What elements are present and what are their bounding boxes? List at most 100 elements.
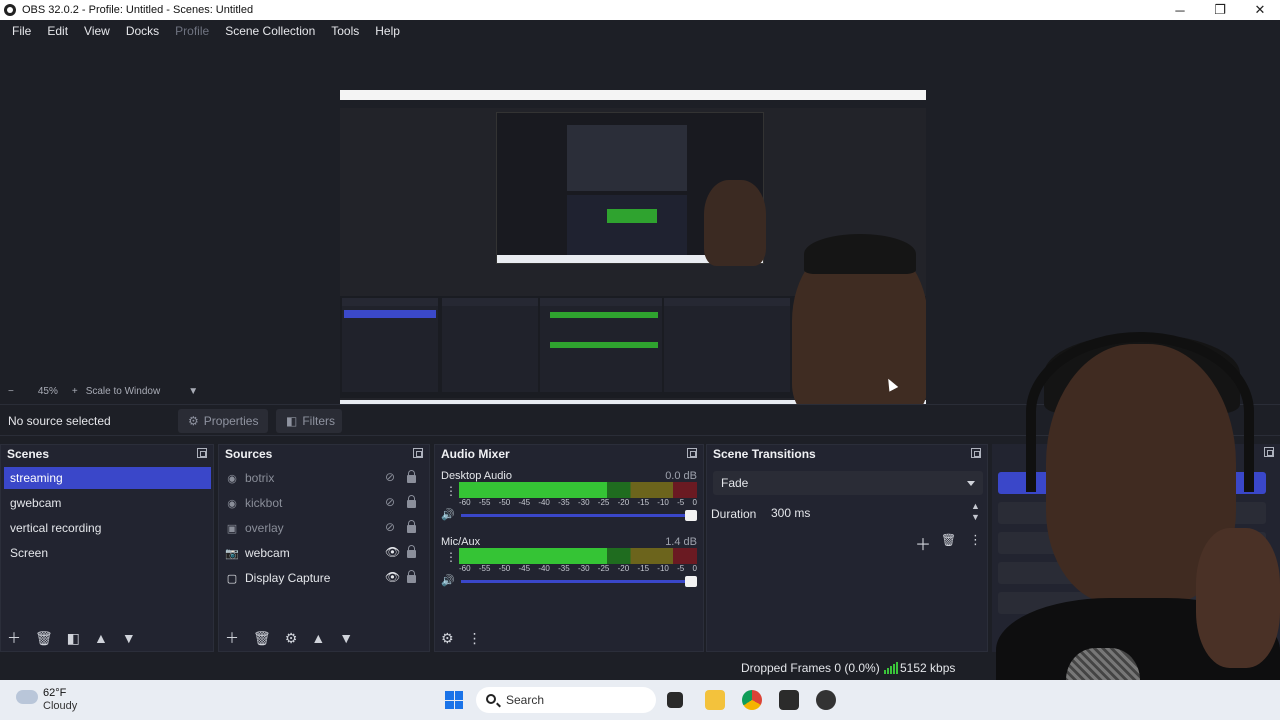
source-item[interactable]: ◉ botrix ⊘ [225, 467, 425, 489]
audio-mixer-dock: Audio Mixer Desktop Audio 0.0 dB ⋮ -60 -55 -5… [434, 444, 704, 652]
weather-desc[interactable]: Cloudy [43, 700, 77, 712]
taskbar-search[interactable]: Search [476, 687, 656, 713]
obs-taskbar-icon[interactable] [779, 690, 799, 710]
volume-slider[interactable] [461, 576, 697, 587]
menu-scene-collection[interactable]: Scene Collection [217, 24, 323, 38]
source-type-icon: ▣ [226, 522, 238, 535]
meter-ticks: -60 -55 -50 -45 -40 -35 -30 -25 -20 -15 -10 -5 0 [459, 564, 697, 573]
dropped-frames: Dropped Frames 0 (0.0%) [741, 661, 880, 675]
lock-icon[interactable] [407, 470, 416, 483]
menu-tools[interactable]: Tools [323, 24, 367, 38]
scene-item[interactable]: streaming [4, 467, 211, 489]
webcam-hand [1196, 528, 1280, 668]
trash-icon[interactable]: 🗑 [253, 630, 271, 647]
move-up-icon[interactable]: ▲ [94, 630, 108, 646]
menu-edit[interactable]: Edit [39, 24, 76, 38]
lock-icon[interactable] [407, 545, 416, 558]
scene-item[interactable]: Screen [4, 542, 211, 564]
source-item[interactable]: 📷 webcam 👁 [225, 542, 425, 564]
eye-hidden-icon[interactable]: ⊘ [385, 470, 395, 484]
file-explorer-icon[interactable] [705, 690, 725, 710]
eye-icon[interactable]: 👁 [385, 545, 400, 559]
scene-transitions-dock: Scene Transitions Fade Duration 300 ms ▲… [706, 444, 988, 652]
kebab-menu-icon[interactable]: ⋮ [445, 484, 457, 498]
lock-icon[interactable] [407, 570, 416, 583]
maximize-icon[interactable]: ❐ [1200, 0, 1240, 20]
move-down-icon[interactable]: ▼ [339, 630, 353, 646]
scene-item[interactable]: vertical recording [4, 517, 211, 539]
kebab-menu-icon[interactable]: ⋮ [969, 532, 982, 548]
undock-icon[interactable] [197, 448, 207, 458]
menu-view[interactable]: View [76, 24, 118, 38]
close-icon[interactable]: ✕ [1240, 0, 1280, 20]
source-item[interactable]: ▣ overlay ⊘ [225, 517, 425, 539]
scenes-toolbar: ＋ 🗑 ◧ ▲ ▼ [1, 625, 213, 651]
add-icon[interactable]: ＋ [225, 628, 239, 648]
scene-item[interactable]: gwebcam [4, 492, 211, 514]
undock-icon[interactable] [687, 448, 697, 458]
kebab-menu-icon[interactable]: ⋮ [445, 550, 457, 564]
task-view-icon[interactable] [667, 692, 683, 708]
cloud-icon[interactable] [16, 690, 38, 704]
meter-tick-label: -15 [637, 564, 650, 573]
chevron-down-icon[interactable]: ▼ [188, 386, 198, 397]
weather-temp[interactable]: 62°F [43, 687, 66, 699]
duration-input[interactable]: 300 ms [765, 501, 983, 525]
obs-logo-icon [4, 4, 16, 16]
webcam-face-small [704, 180, 766, 266]
preview-canvas[interactable] [340, 90, 926, 420]
volume-slider[interactable] [461, 510, 697, 521]
move-up-icon[interactable]: ▲ [311, 630, 325, 646]
properties-button[interactable]: ⚙ Properties [178, 409, 268, 433]
source-type-icon: ▢ [226, 572, 238, 585]
add-icon[interactable]: ＋ [7, 628, 21, 648]
menu-help[interactable]: Help [367, 24, 408, 38]
app-taskbar-icon[interactable] [816, 690, 836, 710]
nested-meter [607, 209, 657, 223]
source-name: botrix [245, 471, 275, 485]
filters-button[interactable]: ◧ Filters [276, 409, 342, 433]
stepper-icon[interactable]: ▲ ▼ [971, 501, 980, 523]
filter-icon: ◧ [286, 414, 298, 428]
undock-icon[interactable] [413, 448, 423, 458]
meter-tick-label: -30 [577, 564, 590, 573]
scale-mode-select[interactable]: Scale to Window [86, 386, 160, 397]
eye-icon[interactable]: 👁 [385, 570, 400, 584]
source-type-icon: ◉ [227, 497, 237, 510]
transition-select[interactable]: Fade [713, 471, 983, 495]
minimize-icon[interactable]: ─ [1160, 0, 1200, 20]
speaker-icon[interactable]: 🔊 [441, 574, 455, 587]
trash-icon[interactable]: 🗑 [941, 533, 956, 547]
meter-tick-label: -5 [677, 498, 685, 507]
duration-label: Duration [711, 507, 757, 521]
source-name: Display Capture [245, 571, 331, 585]
sources-title: Sources [225, 447, 273, 461]
move-down-icon[interactable]: ▼ [122, 630, 136, 646]
lock-icon[interactable] [407, 495, 416, 508]
lock-icon[interactable] [407, 520, 416, 533]
chrome-icon[interactable] [742, 690, 762, 710]
menu-file[interactable]: File [4, 24, 39, 38]
undock-icon[interactable] [971, 448, 981, 458]
add-transition-icon[interactable]: ＋ [915, 531, 931, 555]
eye-hidden-icon[interactable]: ⊘ [385, 520, 395, 534]
zoom-in-button[interactable]: + [72, 386, 78, 397]
speaker-icon[interactable]: 🔊 [441, 508, 455, 521]
source-item[interactable]: ◉ kickbot ⊘ [225, 492, 425, 514]
volume-meter [459, 548, 697, 564]
menu-profile[interactable]: Profile [167, 24, 217, 38]
windows-start-icon[interactable] [445, 691, 463, 709]
menu-docks[interactable]: Docks [118, 24, 167, 38]
gear-icon[interactable]: ⚙ [285, 630, 298, 647]
channel-db: 0.0 dB [665, 470, 697, 482]
kebab-menu-icon[interactable]: ⋮ [468, 630, 482, 647]
window-title: OBS 32.0.2 - Profile: Untitled - Scenes:… [22, 4, 254, 16]
source-item[interactable]: ▢ Display Capture 👁 [225, 567, 425, 589]
scene-filter-icon[interactable]: ◧ [67, 630, 80, 647]
zoom-out-button[interactable]: − [8, 386, 14, 397]
trash-icon[interactable]: 🗑 [35, 630, 53, 647]
channel-name: Mic/Aux [441, 536, 481, 548]
meter-tick-label: -55 [478, 498, 491, 507]
advanced-audio-icon[interactable]: ⚙ [441, 630, 454, 647]
eye-hidden-icon[interactable]: ⊘ [385, 495, 395, 509]
